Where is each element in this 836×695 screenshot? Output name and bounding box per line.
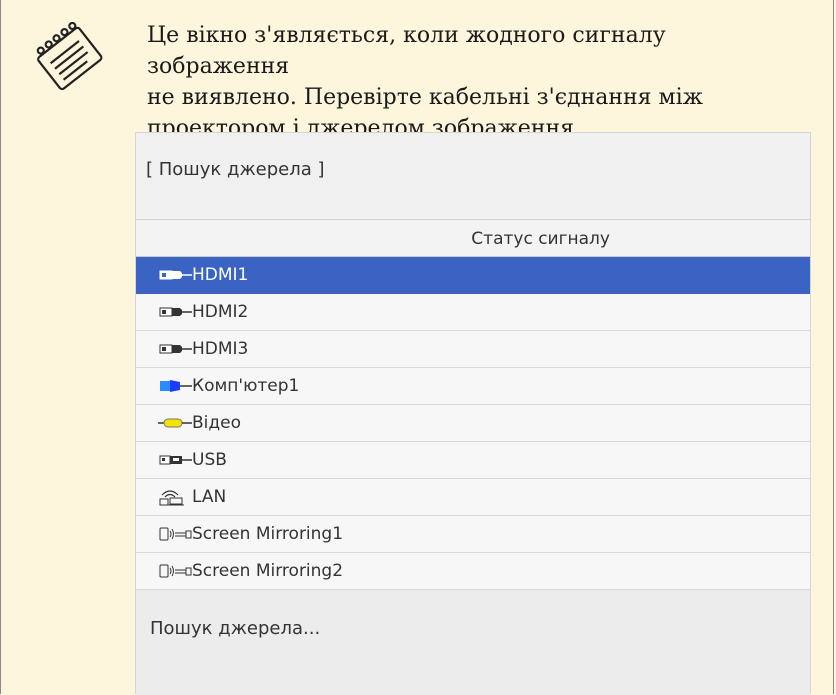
- screen-mirroring-icon: [159, 564, 192, 578]
- source-item-usb[interactable]: USB: [136, 442, 810, 479]
- source-search-panel: [ Пошук джерела ] Статус сигналу HDMI1 H…: [135, 132, 811, 695]
- source-list: HDMI1 HDMI2 HDMI3 Комп'ютер1 Відео USB L…: [136, 257, 810, 590]
- computer-vga-icon: [160, 380, 192, 392]
- panel-title: [ Пошук джерела ]: [146, 159, 325, 180]
- hdmi-icon: [159, 270, 192, 280]
- hdmi-icon: [159, 344, 192, 354]
- source-label: LAN: [192, 487, 227, 507]
- searching-status: Пошук джерела...: [150, 618, 321, 639]
- source-label: HDMI2: [192, 302, 249, 322]
- source-item-screen-mirroring1[interactable]: Screen Mirroring1: [136, 516, 810, 553]
- source-item-hdmi3[interactable]: HDMI3: [136, 331, 810, 368]
- note-box: Це вікно з'являється, коли жодного сигна…: [0, 0, 834, 695]
- note-text: Це вікно з'являється, коли жодного сигна…: [147, 20, 807, 144]
- source-label: Комп'ютер1: [192, 376, 300, 396]
- lan-icon: [159, 490, 184, 506]
- source-label: Screen Mirroring1: [192, 524, 344, 544]
- divider: [136, 219, 810, 220]
- note-pad-icon: [36, 22, 103, 91]
- hdmi-icon: [159, 307, 192, 317]
- panel-footer: Пошук джерела...: [136, 590, 810, 695]
- signal-status-header: Статус сигналу: [136, 221, 810, 257]
- source-item-hdmi1[interactable]: HDMI1: [136, 257, 810, 294]
- note-line: не виявлено. Перевірте кабельні з'єднанн…: [147, 85, 703, 110]
- note-line: Це вікно з'являється, коли жодного сигна…: [147, 23, 666, 79]
- source-label: Відео: [192, 413, 241, 433]
- source-item-hdmi2[interactable]: HDMI2: [136, 294, 810, 331]
- source-item-lan[interactable]: LAN: [136, 479, 810, 516]
- video-rca-icon: [158, 418, 192, 428]
- screen-mirroring-icon: [159, 527, 192, 541]
- source-label: Screen Mirroring2: [192, 561, 344, 581]
- source-item-video[interactable]: Відео: [136, 405, 810, 442]
- source-item-screen-mirroring2[interactable]: Screen Mirroring2: [136, 553, 810, 590]
- source-label: HDMI3: [192, 339, 249, 359]
- source-label: USB: [192, 450, 227, 470]
- usb-icon: [159, 455, 192, 465]
- source-label: HDMI1: [192, 265, 249, 285]
- source-item-computer1[interactable]: Комп'ютер1: [136, 368, 810, 405]
